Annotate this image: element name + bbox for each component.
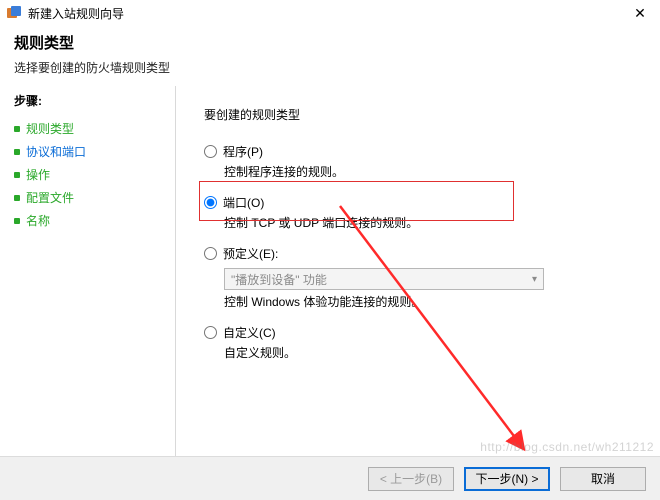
option-program: 程序(P) 控制程序连接的规则。: [204, 143, 636, 180]
combo-value: "播放到设备" 功能: [231, 271, 327, 288]
option-label: 程序(P): [223, 143, 263, 160]
wizard-header: 规则类型 选择要创建的防火墙规则类型: [0, 24, 660, 86]
page-title: 规则类型: [14, 32, 646, 53]
bullet-icon: [14, 195, 20, 201]
close-button[interactable]: ✕: [628, 3, 652, 23]
step-label: 配置文件: [26, 189, 74, 206]
option-desc: 控制 TCP 或 UDP 端口连接的规则。: [224, 214, 636, 231]
wizard-content: 要创建的规则类型 程序(P) 控制程序连接的规则。 端口(O) 控制 TCP 或…: [175, 86, 660, 464]
window-title: 新建入站规则向导: [28, 5, 124, 22]
radio-custom[interactable]: [204, 326, 217, 339]
option-port: 端口(O) 控制 TCP 或 UDP 端口连接的规则。: [204, 194, 636, 231]
option-label: 自定义(C): [223, 324, 276, 341]
steps-heading: 步骤:: [14, 92, 167, 109]
step-rule-type[interactable]: 规则类型: [14, 117, 167, 140]
bullet-icon: [14, 218, 20, 224]
option-custom: 自定义(C) 自定义规则。: [204, 324, 636, 361]
option-label: 预定义(E):: [223, 245, 278, 262]
step-label: 规则类型: [26, 120, 74, 137]
step-action[interactable]: 操作: [14, 163, 167, 186]
wizard-footer: < 上一步(B) 下一步(N) > 取消: [0, 456, 660, 500]
step-label: 名称: [26, 212, 50, 229]
option-predefined: 预定义(E): "播放到设备" 功能 ▾ 控制 Windows 体验功能连接的规…: [204, 245, 636, 310]
option-desc: 自定义规则。: [224, 344, 636, 361]
steps-sidebar: 步骤: 规则类型 协议和端口 操作 配置文件 名称: [0, 86, 175, 464]
bullet-icon: [14, 126, 20, 132]
option-desc: 控制程序连接的规则。: [224, 163, 636, 180]
option-desc: 控制 Windows 体验功能连接的规则。: [224, 293, 636, 310]
step-protocol-port[interactable]: 协议和端口: [14, 140, 167, 163]
predefined-combo[interactable]: "播放到设备" 功能 ▾: [224, 268, 544, 290]
app-icon: [6, 5, 22, 21]
title-bar: 新建入站规则向导 ✕: [0, 0, 660, 24]
bullet-icon: [14, 149, 20, 155]
bullet-icon: [14, 172, 20, 178]
step-name[interactable]: 名称: [14, 209, 167, 232]
radio-predefined[interactable]: [204, 247, 217, 260]
radio-port[interactable]: [204, 196, 217, 209]
option-label: 端口(O): [223, 194, 264, 211]
step-label: 协议和端口: [26, 143, 86, 160]
back-button[interactable]: < 上一步(B): [368, 467, 454, 491]
content-prompt: 要创建的规则类型: [204, 106, 636, 123]
chevron-down-icon: ▾: [532, 274, 537, 285]
radio-program[interactable]: [204, 145, 217, 158]
page-subtitle: 选择要创建的防火墙规则类型: [14, 59, 646, 76]
cancel-button[interactable]: 取消: [560, 467, 646, 491]
step-profile[interactable]: 配置文件: [14, 186, 167, 209]
step-label: 操作: [26, 166, 50, 183]
next-button[interactable]: 下一步(N) >: [464, 467, 550, 491]
